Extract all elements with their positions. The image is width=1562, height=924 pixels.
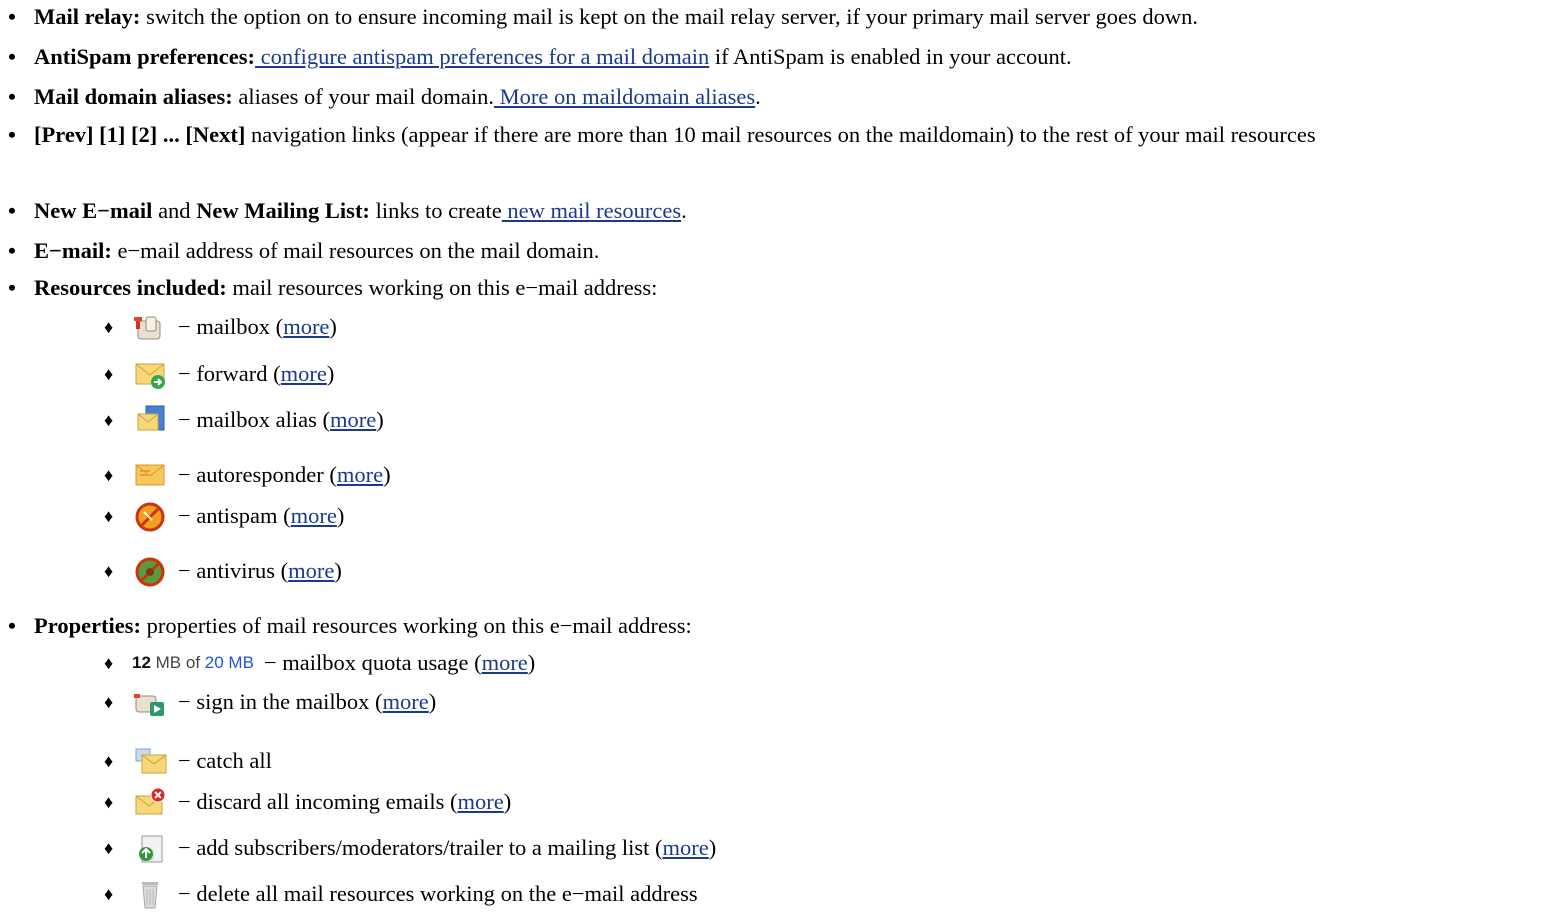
more-link[interactable]: more	[281, 359, 327, 389]
property-item-discard: ♦ − discard all incoming emails (more)	[104, 786, 511, 818]
property-item-catch-all: ♦ − catch all	[104, 745, 272, 777]
trash-icon	[132, 878, 170, 910]
more-link[interactable]: more	[330, 405, 376, 435]
item-new-email: New E−mail and New Mailing List: links t…	[8, 196, 687, 226]
more-link[interactable]: more	[283, 312, 329, 342]
item-mail-relay: Mail relay: switch the option on to ensu…	[8, 2, 1198, 32]
new-mail-resources-link[interactable]: new mail resources	[502, 198, 681, 223]
property-item-add-subscribers: ♦ − add subscribers/moderators/trailer t…	[104, 832, 716, 864]
property-item-sign-in: ♦ − sign in the mailbox (more)	[104, 686, 436, 718]
property-item-quota: ♦ 12 MB of 20 MB − mailbox quota usage (…	[104, 648, 535, 678]
mailbox-icon	[132, 311, 170, 343]
antispam-icon	[132, 500, 170, 532]
resource-item-antivirus: ♦ − antivirus (more)	[104, 555, 342, 587]
item-mail-domain-aliases: Mail domain aliases: aliases of your mai…	[8, 82, 761, 112]
antivirus-icon	[132, 555, 170, 587]
item-navigation-links: [Prev] [1] [2] ... [Next] navigation lin…	[8, 118, 1543, 152]
more-link[interactable]: more	[662, 833, 708, 863]
forward-icon	[132, 358, 170, 390]
more-link[interactable]: more	[288, 556, 334, 586]
resource-item-forward: ♦ − forward (more)	[104, 358, 334, 390]
property-item-delete-all: ♦ − delete all mail resources working on…	[104, 878, 698, 910]
item-email: E−mail: e−mail address of mail resources…	[8, 236, 599, 266]
item-properties: Properties: properties of mail resources…	[8, 611, 692, 641]
add-subscribers-icon	[132, 832, 170, 864]
resource-item-mailbox: ♦ − mailbox (more)	[104, 311, 337, 343]
more-link[interactable]: more	[458, 787, 504, 817]
more-link[interactable]: more	[291, 501, 337, 531]
antispam-preferences-link[interactable]: configure antispam preferences for a mai…	[255, 44, 710, 69]
quota-usage-display: 12 MB of 20 MB	[132, 653, 254, 672]
item-resources-included: Resources included: mail resources worki…	[8, 273, 657, 303]
more-link[interactable]: more	[337, 460, 383, 490]
resource-item-mailbox-alias: ♦ − mailbox alias (more)	[104, 404, 384, 436]
catch-all-icon	[132, 745, 170, 777]
more-link[interactable]: more	[383, 687, 429, 717]
resource-item-autoresponder: ♦ − autoresponder (more)	[104, 459, 391, 491]
more-link[interactable]: more	[482, 648, 528, 678]
resource-item-antispam: ♦ − antispam (more)	[104, 500, 344, 532]
autoresponder-icon	[132, 459, 170, 491]
maildomain-aliases-link[interactable]: More on maildomain aliases	[494, 84, 756, 109]
mailbox-alias-icon	[132, 404, 170, 436]
item-antispam-preferences: AntiSpam preferences: configure antispam…	[8, 42, 1072, 72]
discard-icon	[132, 786, 170, 818]
sign-in-mailbox-icon	[132, 686, 170, 718]
